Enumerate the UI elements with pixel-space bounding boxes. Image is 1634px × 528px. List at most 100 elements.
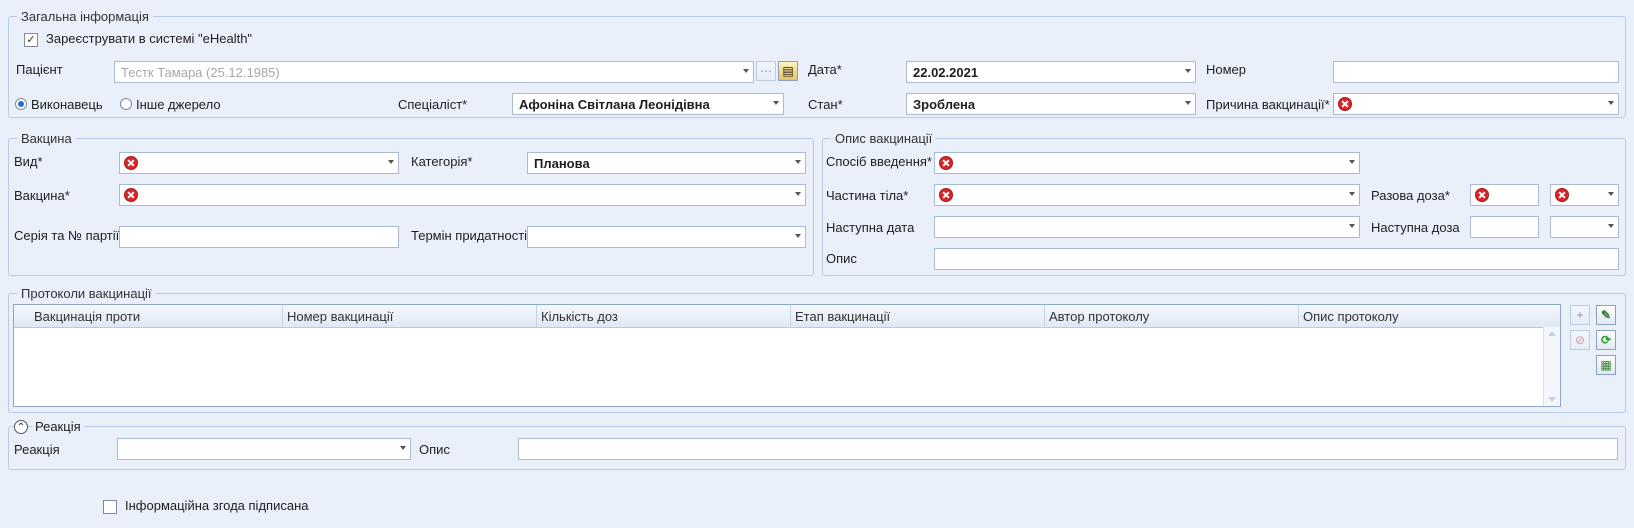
vaccine-combo[interactable] (119, 184, 806, 206)
chevron-down-icon (795, 192, 801, 196)
protocols-table-header: Вакцинація проти Номер вакцинації Кількі… (14, 305, 1560, 328)
reaction-desc-input[interactable] (518, 438, 1618, 460)
route-combo[interactable] (934, 152, 1360, 174)
error-icon (124, 188, 138, 202)
chevron-down-icon (1185, 101, 1191, 105)
reaction-legend: Реакція (32, 419, 84, 434)
date-value: 22.02.2021 (913, 65, 979, 80)
patient-label: Пацієнт (16, 62, 63, 77)
other-source-radio[interactable] (120, 98, 132, 110)
expiry-label: Термін придатності (411, 228, 528, 243)
other-source-label: Інше джерело (136, 97, 221, 112)
vacc-desc-input[interactable] (934, 248, 1619, 270)
col-vaccination-stage[interactable]: Етап вакцинації (795, 309, 890, 324)
next-dose-label: Наступна доза (1371, 220, 1460, 235)
performer-radio[interactable] (15, 98, 27, 110)
chevron-down-icon (743, 69, 749, 73)
patient-lookup-icon[interactable]: ⋯ (756, 61, 776, 81)
reaction-label: Реакція (14, 442, 60, 457)
delete-protocol-icon[interactable]: ⊘ (1570, 330, 1590, 350)
number-input[interactable] (1333, 61, 1619, 83)
date-label: Дата* (808, 62, 842, 77)
consent-checkbox[interactable] (103, 500, 117, 514)
col-vaccination-against[interactable]: Вакцинація проти (34, 309, 140, 324)
next-dose-input[interactable] (1470, 216, 1539, 238)
single-dose-input[interactable] (1470, 184, 1539, 206)
scroll-down-icon[interactable] (1548, 397, 1556, 402)
vacc-desc-label: Опис (826, 251, 857, 266)
body-part-label: Частина тіла* (826, 188, 909, 203)
next-date-label: Наступна дата (826, 220, 915, 235)
refresh-protocol-icon[interactable]: ⟳ (1596, 330, 1616, 350)
col-protocol-description[interactable]: Опис протоколу (1303, 309, 1399, 324)
ehealth-checkbox[interactable]: ✓ (24, 33, 38, 47)
series-input[interactable] (119, 226, 399, 248)
error-icon (1555, 188, 1569, 202)
single-dose-label: Разова доза* (1371, 188, 1450, 203)
patient-value: Тестк Тамара (25.12.1985) (121, 65, 280, 80)
route-label: Спосіб введення* (826, 154, 932, 169)
chevron-down-icon (1608, 192, 1614, 196)
protocols-table[interactable]: Вакцинація проти Номер вакцинації Кількі… (13, 304, 1561, 407)
date-picker[interactable]: 22.02.2021 (906, 61, 1196, 83)
chevron-down-icon (400, 446, 406, 450)
reaction-desc-label: Опис (419, 442, 450, 457)
category-label: Категорія* (411, 154, 473, 169)
chevron-down-icon (1608, 224, 1614, 228)
chevron-down-icon (795, 234, 801, 238)
col-dose-count[interactable]: Кількість доз (541, 309, 618, 324)
specialist-value: Афоніна Світлана Леонідівна (519, 97, 710, 112)
chevron-down-icon (1349, 192, 1355, 196)
series-label: Серія та № партії (14, 228, 120, 243)
specialist-label: Спеціаліст* (398, 97, 468, 112)
reaction-combo[interactable] (117, 438, 411, 460)
vaccine-legend: Вакцина (17, 131, 76, 146)
number-label: Номер (1206, 62, 1247, 77)
ehealth-label: Зареєструвати в системі "eHealth" (46, 31, 253, 46)
protocols-scrollbar[interactable] (1543, 327, 1560, 406)
vaccine-label: Вакцина* (14, 188, 70, 203)
edit-protocol-icon[interactable]: ✎ (1596, 305, 1616, 325)
add-protocol-icon[interactable]: + (1570, 305, 1590, 325)
column-divider (1044, 305, 1045, 327)
consent-label: Інформаційна згода підписана (125, 498, 309, 513)
patient-card-icon[interactable]: ▤ (778, 61, 798, 81)
single-dose-unit-combo[interactable] (1550, 184, 1619, 206)
error-icon (939, 156, 953, 170)
status-combo[interactable]: Зроблена (906, 93, 1196, 115)
status-value: Зроблена (913, 97, 976, 112)
next-date-picker[interactable] (934, 216, 1360, 238)
next-dose-unit-combo[interactable] (1550, 216, 1619, 238)
error-icon (939, 188, 953, 202)
column-divider (282, 305, 283, 327)
patient-combo[interactable]: Тестк Тамара (25.12.1985) (114, 61, 754, 83)
col-vaccination-number[interactable]: Номер вакцинації (287, 309, 393, 324)
vaccine-type-label: Вид* (14, 154, 43, 169)
reason-combo[interactable] (1333, 93, 1619, 115)
category-combo[interactable]: Планова (527, 152, 806, 174)
reason-label: Причина вакцинації* (1206, 97, 1330, 112)
chevron-down-icon (1349, 224, 1355, 228)
chevron-down-icon (1608, 101, 1614, 105)
scroll-up-icon[interactable] (1548, 331, 1556, 336)
export-protocol-icon[interactable]: ▦ (1596, 355, 1616, 375)
chevron-down-icon (773, 101, 779, 105)
chevron-down-icon (1349, 160, 1355, 164)
description-legend: Опис вакцинації (831, 131, 937, 146)
expiry-picker[interactable] (527, 226, 806, 248)
column-divider (790, 305, 791, 327)
chevron-down-icon (1185, 69, 1191, 73)
error-icon (1338, 97, 1352, 111)
category-value: Планова (534, 156, 590, 171)
column-divider (536, 305, 537, 327)
specialist-combo[interactable]: Афоніна Світлана Леонідівна (512, 93, 784, 115)
col-protocol-author[interactable]: Автор протоколу (1049, 309, 1149, 324)
body-part-combo[interactable] (934, 184, 1360, 206)
protocols-legend: Протоколи вакцинації (17, 286, 156, 301)
column-divider (1298, 305, 1299, 327)
reaction-collapse-icon[interactable]: ⌃ (14, 420, 28, 434)
vaccine-type-combo[interactable] (119, 152, 399, 174)
error-icon (124, 156, 138, 170)
chevron-down-icon (795, 160, 801, 164)
general-info-legend: Загальна інформація (17, 9, 153, 24)
